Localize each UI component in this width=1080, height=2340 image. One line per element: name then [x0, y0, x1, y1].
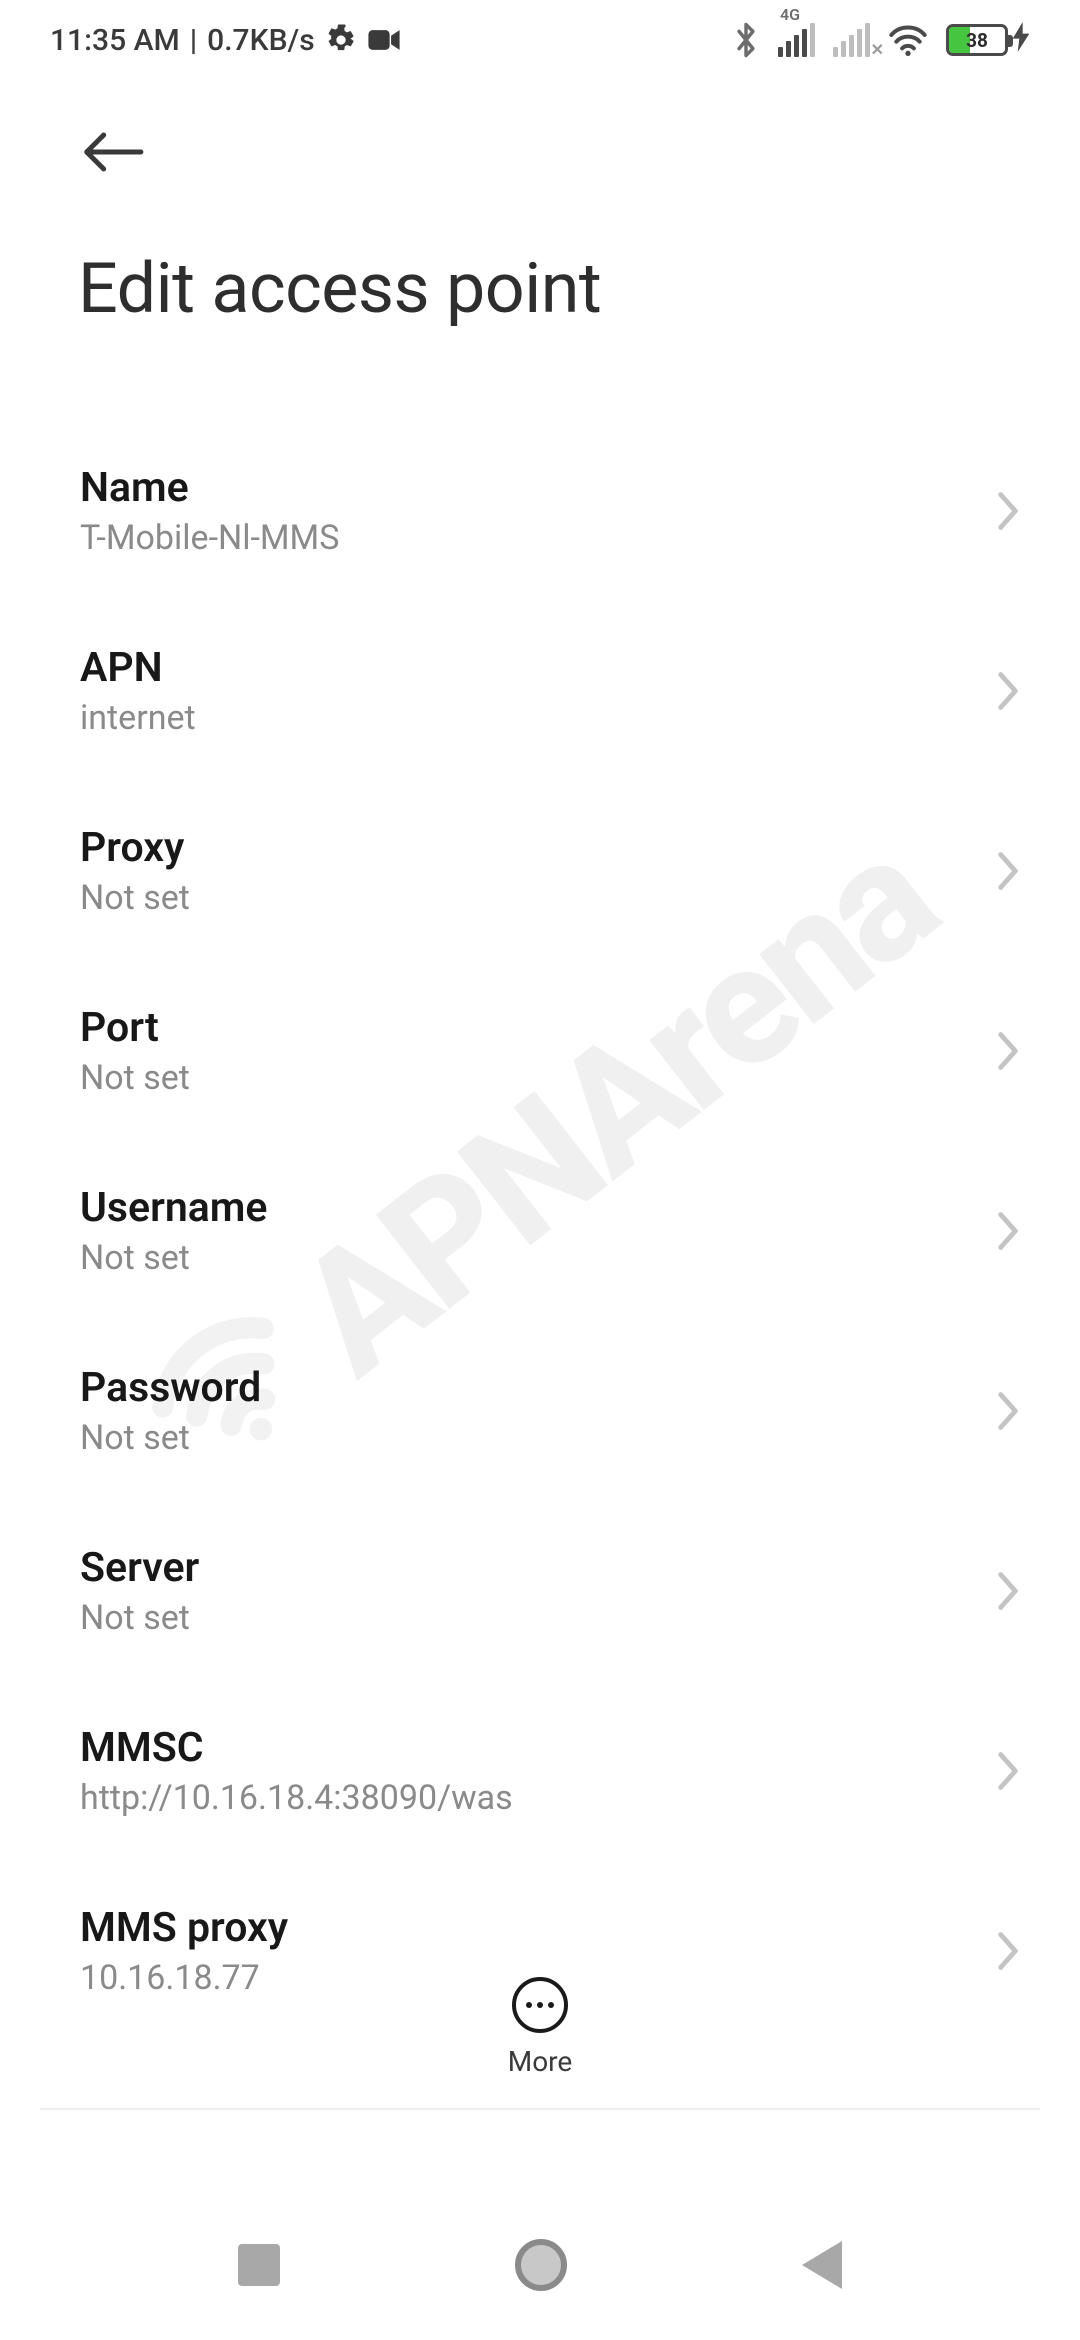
status-bar: 11:35 AM | 0.7KB/s 4G ✕ 38: [0, 0, 1080, 80]
row-name[interactable]: Name T-Mobile-Nl-MMS: [80, 420, 1022, 600]
row-value: http://10.16.18.4:38090/was: [80, 1778, 513, 1818]
page-title: Edit access point: [78, 248, 1002, 330]
signal-sim2-icon: ✕: [833, 23, 870, 57]
back-button[interactable]: [78, 120, 148, 208]
nav-home-button[interactable]: [515, 2239, 567, 2291]
row-label: MMS proxy: [80, 1904, 288, 1952]
row-value: Not set: [80, 1238, 267, 1278]
android-nav-bar: [0, 2190, 1080, 2340]
row-label: Username: [80, 1184, 267, 1232]
row-value: Not set: [80, 1418, 261, 1458]
row-server[interactable]: Server Not set: [80, 1500, 1022, 1680]
chevron-right-icon: [994, 1569, 1022, 1613]
more-button[interactable]: More: [508, 1977, 573, 2078]
chevron-right-icon: [994, 1389, 1022, 1433]
row-label: Proxy: [80, 824, 190, 872]
divider: [40, 2108, 1040, 2110]
row-port[interactable]: Port Not set: [80, 960, 1022, 1140]
row-apn[interactable]: APN internet: [80, 600, 1022, 780]
row-value: Not set: [80, 878, 190, 918]
row-password[interactable]: Password Not set: [80, 1320, 1022, 1500]
chevron-right-icon: [994, 1749, 1022, 1793]
chevron-right-icon: [994, 1929, 1022, 1973]
chevron-right-icon: [994, 489, 1022, 533]
row-label: Password: [80, 1364, 261, 1412]
row-label: MMSC: [80, 1724, 513, 1772]
battery-icon: 38: [946, 22, 1030, 59]
more-label: More: [508, 2045, 573, 2078]
row-label: Port: [80, 1004, 190, 1052]
row-mmsc[interactable]: MMSC http://10.16.18.4:38090/was: [80, 1680, 1022, 1860]
row-value: T-Mobile-Nl-MMS: [80, 518, 339, 558]
more-icon: [512, 1977, 568, 2033]
chevron-right-icon: [994, 849, 1022, 893]
row-label: Name: [80, 464, 339, 512]
chevron-right-icon: [994, 1209, 1022, 1253]
status-separator: |: [190, 23, 197, 58]
camera-icon: [367, 27, 401, 53]
row-username[interactable]: Username Not set: [80, 1140, 1022, 1320]
wifi-icon: [888, 23, 928, 57]
chevron-right-icon: [994, 669, 1022, 713]
bluetooth-icon: [732, 21, 760, 59]
gear-icon: [325, 24, 357, 56]
signal-sim1-icon: 4G: [778, 23, 815, 57]
chevron-right-icon: [994, 1029, 1022, 1073]
status-net-speed: 0.7KB/s: [207, 23, 314, 58]
row-label: Server: [80, 1544, 199, 1592]
status-time: 11:35 AM: [50, 23, 180, 58]
arrow-left-icon: [82, 130, 144, 174]
row-value: Not set: [80, 1058, 190, 1098]
row-label: APN: [80, 644, 196, 692]
nav-recent-button[interactable]: [238, 2244, 280, 2286]
row-value: internet: [80, 698, 196, 738]
row-value: Not set: [80, 1598, 199, 1638]
nav-back-button[interactable]: [802, 2241, 842, 2289]
row-proxy[interactable]: Proxy Not set: [80, 780, 1022, 960]
settings-list: Name T-Mobile-Nl-MMS APN internet Proxy …: [0, 330, 1080, 2040]
charging-icon: [1012, 22, 1030, 59]
